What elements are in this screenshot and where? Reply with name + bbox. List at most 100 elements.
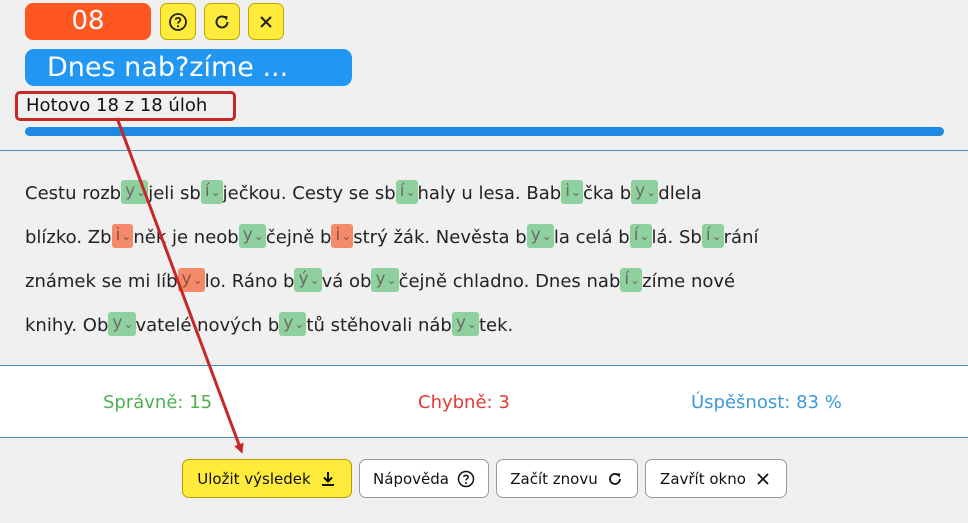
exercise-text-segment: ječkou. Cesty se sb (222, 183, 396, 204)
answer-value: y (530, 225, 541, 245)
chevron-down-icon: ⌄ (639, 229, 650, 243)
question-circle-icon (457, 470, 475, 487)
exercise-text-segment: zíme nové (642, 271, 736, 292)
help-button[interactable] (160, 3, 196, 40)
chevron-down-icon: ⌄ (253, 229, 264, 243)
answer-value: í (204, 181, 210, 201)
chevron-down-icon: ⌄ (541, 229, 552, 243)
exercise-text: Cestu rozb y⌄ jeli sb í⌄ ječkou. Cesty se sb… (25, 172, 955, 348)
exercise-line: blízko. Zb i⌄ něk je neob y⌄ čejně b i⌄ strý ž… (25, 216, 955, 260)
exercise-text-segment: čejně b (265, 227, 332, 248)
annotation-highlight-box (15, 91, 236, 121)
exercise-text-segment: vatelé nových b (135, 315, 280, 336)
chevron-down-icon: ⌄ (210, 185, 221, 199)
chevron-down-icon: ⌄ (341, 229, 352, 243)
chevron-down-icon: ⌄ (121, 229, 132, 243)
refresh-icon (215, 14, 229, 28)
close-icon (260, 15, 272, 28)
question-circle-icon (169, 12, 187, 31)
exercise-text-segment: lo. Ráno b (204, 271, 295, 292)
answer-value: í (399, 181, 405, 201)
answer-dropdown-correct[interactable]: y⌄ (279, 312, 307, 336)
answer-value: y (375, 269, 386, 289)
answer-dropdown-wrong[interactable]: i⌄ (331, 224, 354, 248)
chevron-down-icon: ⌄ (309, 273, 320, 287)
answer-value: ý (298, 269, 309, 289)
answer-dropdown-wrong[interactable]: y⌄ (177, 268, 205, 292)
exercise-text-segment: tů stěhovali náb (306, 315, 452, 336)
exercise-text-segment: jeli sb (148, 183, 201, 204)
exercise-window: 08 Dnes nab?zíme ... Hotovo 18 z 18 úloh… (0, 0, 968, 523)
answer-dropdown-correct[interactable]: ý⌄ (294, 268, 322, 292)
answer-dropdown-correct[interactable]: í⌄ (395, 180, 418, 204)
answer-dropdown-correct[interactable]: y⌄ (371, 268, 399, 292)
exercise-text-segment: známek se mi líb (25, 271, 178, 292)
page-title: Dnes nab?zíme ... (25, 49, 352, 86)
exercise-text-segment: vá ob (321, 271, 372, 292)
exercise-line: známek se mi líb y⌄ lo. Ráno b ý⌄ vá ob y⌄ čej… (25, 260, 955, 304)
answer-dropdown-correct[interactable]: y⌄ (238, 224, 266, 248)
chevron-down-icon: ⌄ (570, 185, 581, 199)
exercise-line: Cestu rozb y⌄ jeli sb í⌄ ječkou. Cesty se sb… (25, 172, 955, 216)
exercise-text-segment: tek. (478, 315, 514, 336)
close-button[interactable] (248, 3, 284, 40)
exercise-text-segment: lá. Sb (651, 227, 702, 248)
answer-dropdown-correct[interactable]: í⌄ (701, 224, 724, 248)
exercise-text-segment: čka b (582, 183, 632, 204)
answer-dropdown-correct[interactable]: y⌄ (526, 224, 554, 248)
help-footer-button[interactable]: Nápověda (359, 459, 489, 498)
exercise-text-segment: haly u lesa. Bab (417, 183, 562, 204)
exercise-text-segment: la celá b (553, 227, 630, 248)
chevron-down-icon: ⌄ (294, 317, 305, 331)
exercise-text-segment: strý žák. Nevěsta b (353, 227, 527, 248)
answer-value: y (181, 269, 192, 289)
answer-dropdown-correct[interactable]: y⌄ (631, 180, 659, 204)
answer-dropdown-correct[interactable]: i⌄ (561, 180, 583, 204)
answer-value: í (624, 269, 630, 289)
answer-value: y (125, 181, 136, 201)
answer-value: i (335, 225, 341, 245)
answer-value: í (633, 225, 639, 245)
chevron-down-icon: ⌄ (386, 273, 397, 287)
close-window-button[interactable]: Zavřít okno (645, 459, 787, 498)
restart-footer-label: Začít znovu (510, 469, 598, 488)
chevron-down-icon: ⌄ (630, 273, 641, 287)
chevron-down-icon: ⌄ (646, 185, 657, 199)
save-result-button[interactable]: Uložit výsledek (182, 459, 352, 498)
answer-value: y (455, 313, 466, 333)
exercise-text-segment: blízko. Zb (25, 227, 112, 248)
chevron-down-icon: ⌄ (405, 185, 416, 199)
answer-dropdown-correct[interactable]: í⌄ (620, 268, 643, 292)
answer-value: y (242, 225, 253, 245)
help-footer-label: Nápověda (373, 469, 449, 488)
divider (0, 365, 968, 366)
answer-value: í (705, 225, 711, 245)
answer-dropdown-correct[interactable]: í⌄ (200, 180, 223, 204)
save-result-label: Uložit výsledek (197, 469, 311, 488)
exercise-number-badge: 08 (25, 3, 151, 40)
restart-footer-button[interactable]: Začít znovu (496, 459, 638, 498)
answer-dropdown-wrong[interactable]: i⌄ (111, 224, 134, 248)
answer-value: y (112, 313, 123, 333)
chevron-down-icon: ⌄ (136, 185, 147, 199)
correct-count: Správně: 15 (103, 392, 213, 413)
chevron-down-icon: ⌄ (123, 317, 134, 331)
divider (0, 150, 968, 151)
exercise-text-segment: knihy. Ob (25, 315, 109, 336)
success-rate: Úspěšnost: 83 % (691, 392, 842, 413)
close-window-label: Zavřít okno (660, 469, 746, 488)
answer-value: i (565, 181, 570, 201)
answer-value: i (115, 225, 121, 245)
answer-dropdown-correct[interactable]: í⌄ (629, 224, 652, 248)
exercise-text-segment: rání (723, 227, 759, 248)
answer-dropdown-correct[interactable]: y⌄ (451, 312, 479, 336)
exercise-text-segment: dlela (658, 183, 702, 204)
restart-button[interactable] (204, 3, 240, 40)
header: 08 Dnes nab?zíme ... Hotovo 18 z 18 úloh (0, 0, 968, 150)
divider (0, 437, 968, 438)
exercise-text-segment: čejně chladno. Dnes nab (398, 271, 621, 292)
answer-dropdown-correct[interactable]: y⌄ (108, 312, 136, 336)
progress-bar (25, 127, 944, 136)
answer-dropdown-correct[interactable]: y⌄ (121, 180, 149, 204)
answer-value: y (283, 313, 294, 333)
